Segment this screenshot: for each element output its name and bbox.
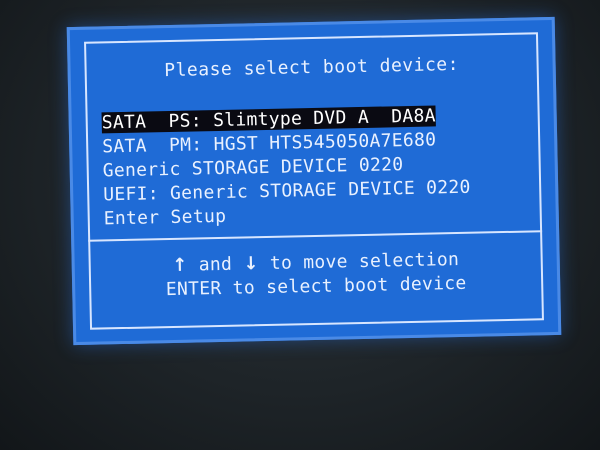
boot-device-list: SATA PS: Slimtype DVD A DA8A SATA PM: HG… [101, 102, 543, 231]
boot-menu-dialog: Please select boot device: SATA PS: Slim… [66, 16, 562, 346]
help-and-text: and [198, 253, 233, 276]
down-arrow-icon: ↓ [243, 253, 259, 275]
boot-item-label: Enter Setup [103, 205, 227, 230]
help-move-text: to move selection [269, 248, 460, 274]
help-section: ↑ and ↓ to move selection ENTER to selec… [75, 246, 558, 304]
monitor-screen: Please select boot device: SATA PS: Slim… [0, 0, 600, 450]
up-arrow-icon: ↑ [172, 254, 188, 276]
